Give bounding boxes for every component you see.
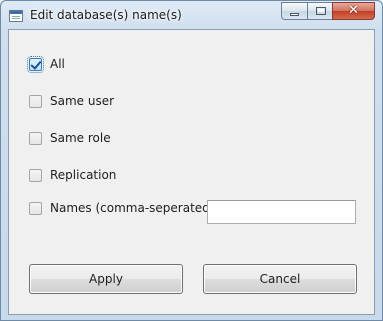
maximize-button[interactable] bbox=[307, 2, 332, 20]
option-label: Names (comma-seperated): bbox=[50, 201, 219, 215]
dialog-window: Edit database(s) name(s) ✕ All Same user… bbox=[0, 0, 383, 321]
checkbox-all[interactable] bbox=[27, 55, 44, 73]
maximize-icon bbox=[316, 7, 326, 15]
option-label: Replication bbox=[50, 168, 117, 182]
option-label: Same role bbox=[50, 131, 111, 145]
apply-button[interactable]: Apply bbox=[29, 264, 183, 294]
option-label: Same user bbox=[50, 94, 115, 108]
title-bar[interactable]: Edit database(s) name(s) ✕ bbox=[1, 1, 382, 29]
option-same-role[interactable]: Same role bbox=[29, 131, 111, 145]
cancel-button[interactable]: Cancel bbox=[203, 264, 357, 294]
close-button[interactable]: ✕ bbox=[332, 2, 375, 20]
dialog-content: All Same user Same role Replication Name… bbox=[8, 29, 375, 315]
option-label: All bbox=[50, 57, 65, 71]
checkbox-same-user[interactable] bbox=[29, 94, 42, 108]
checkbox-same-role[interactable] bbox=[29, 131, 42, 145]
option-same-user[interactable]: Same user bbox=[29, 94, 114, 108]
app-window-icon bbox=[9, 10, 23, 22]
option-all[interactable]: All bbox=[27, 55, 65, 73]
minimize-icon bbox=[290, 13, 299, 16]
checkbox-replication[interactable] bbox=[29, 168, 42, 182]
names-input[interactable] bbox=[207, 200, 356, 224]
option-names[interactable]: Names (comma-seperated): bbox=[29, 201, 219, 215]
close-icon: ✕ bbox=[348, 3, 359, 18]
window-title: Edit database(s) name(s) bbox=[30, 8, 182, 22]
checkbox-names[interactable] bbox=[29, 201, 42, 215]
minimize-button[interactable] bbox=[281, 2, 307, 20]
caption-buttons: ✕ bbox=[281, 2, 375, 20]
option-replication[interactable]: Replication bbox=[29, 168, 116, 182]
